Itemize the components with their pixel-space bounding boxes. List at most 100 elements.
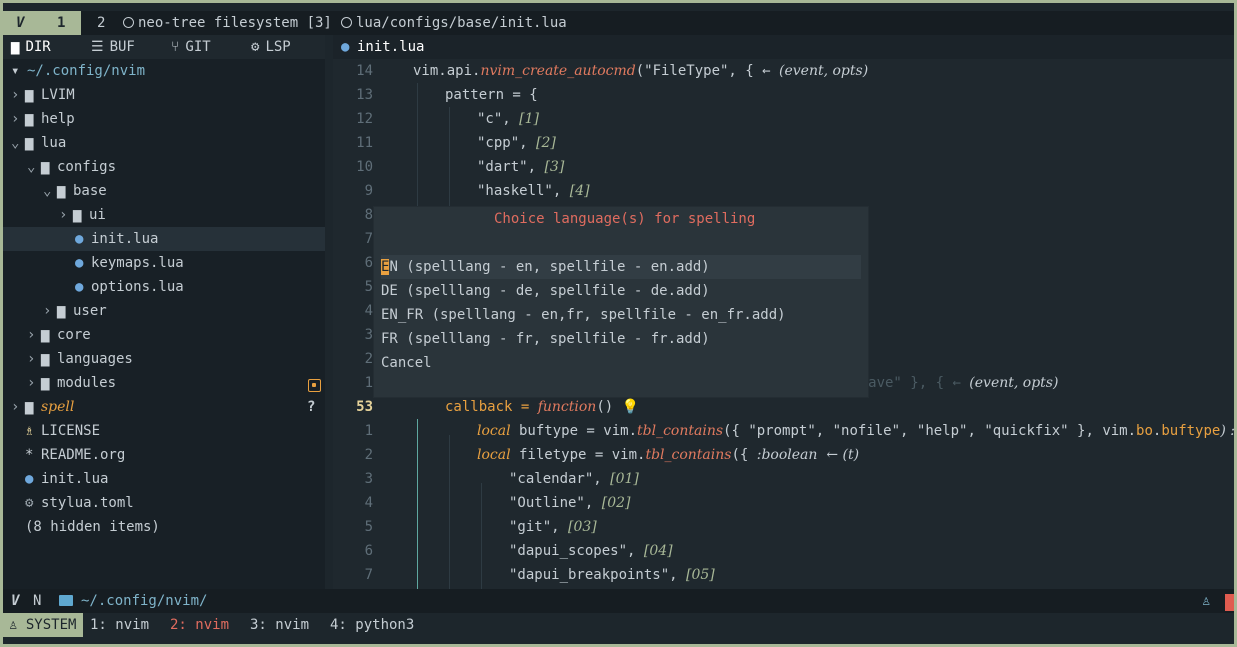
tmux-window-4[interactable]: 4: python3 bbox=[330, 613, 414, 637]
chevron-right-icon: › bbox=[11, 87, 20, 103]
line-number: 2 bbox=[364, 447, 373, 463]
tmux-statusbar: ♙ SYSTEM 1: nvim 2: nvim 3: nvim 4: pyth… bbox=[3, 613, 1234, 637]
line-number: 5 bbox=[364, 279, 373, 295]
tree-item-init-lua-selected[interactable]: ● init.lua bbox=[3, 227, 325, 251]
chevron-right-icon: › bbox=[27, 375, 36, 391]
tmux-session[interactable]: ♙ SYSTEM bbox=[3, 613, 83, 637]
tree-item-readme[interactable]: * README.org bbox=[25, 443, 125, 467]
hidden-items-count: (8 hidden items) bbox=[25, 519, 160, 535]
tab-2-label[interactable]: neo-tree filesystem [3] bbox=[123, 11, 332, 35]
option-cancel[interactable]: Cancel bbox=[381, 351, 432, 375]
tab-git[interactable]: ⑂ GIT bbox=[171, 35, 211, 59]
code-line: "calendar", [01] bbox=[509, 471, 639, 487]
tree-item-lua[interactable]: ⌄ ▆ lua bbox=[11, 131, 66, 155]
editor-filename: init.lua bbox=[357, 39, 425, 55]
code-line: "dapui_scopes", [04] bbox=[509, 543, 673, 559]
tree-item-options-lua[interactable]: ● options.lua bbox=[75, 275, 184, 299]
option-fr[interactable]: FR (spelllang - fr, spellfile - fr.add) bbox=[381, 327, 710, 351]
option-en[interactable]: EN (spelllang - en, spellfile - en.add) bbox=[381, 255, 861, 279]
line-number: 6 bbox=[364, 543, 373, 559]
spell-language-picker[interactable]: Choice language(s) for spelling EN (spel… bbox=[373, 206, 869, 398]
git-branch-icon: ⑂ bbox=[171, 39, 180, 55]
mode-indicator: N bbox=[33, 593, 42, 609]
chevron-right-icon: › bbox=[59, 207, 68, 223]
tmux-window-3[interactable]: 3: nvim bbox=[250, 613, 309, 637]
tree-item-lvim[interactable]: › ▆ LVIM bbox=[11, 83, 75, 107]
statusline: V N ~/.config/nvim/ ♙ bbox=[3, 589, 1234, 613]
line-number: 9 bbox=[364, 183, 373, 199]
tmux-window-2[interactable]: 2: nvim bbox=[170, 613, 229, 637]
code-line: "haskell", [4] bbox=[477, 183, 590, 199]
chevron-down-icon: ⌄ bbox=[27, 159, 36, 175]
tree-item-user[interactable]: › ▆ user bbox=[43, 299, 107, 323]
tabline: V 1 2 neo-tree filesystem [3] lua/config… bbox=[3, 11, 1234, 35]
tree-item-license[interactable]: ♗ LICENSE bbox=[25, 419, 100, 443]
tmux-window-1[interactable]: 1: nvim bbox=[90, 613, 149, 637]
tree-item-configs[interactable]: ⌄ ▆ configs bbox=[27, 155, 116, 179]
current-line-number: 53 bbox=[356, 399, 373, 415]
lua-file-icon: ● bbox=[75, 231, 84, 247]
chevron-right-icon: › bbox=[27, 351, 36, 367]
line-number: 1 bbox=[364, 423, 373, 439]
option-de[interactable]: DE (spelllang - de, spellfile - de.add) bbox=[381, 279, 710, 303]
tree-item-stylua[interactable]: ⚙ stylua.toml bbox=[25, 491, 134, 515]
tab-dir[interactable]: ▆ DIR bbox=[11, 35, 51, 59]
line-number: 6 bbox=[364, 255, 373, 271]
folder-open-icon: ▾ bbox=[11, 63, 20, 79]
linux-icon: ♙ bbox=[9, 617, 26, 633]
tab-1-number: 1 bbox=[57, 15, 66, 31]
asterisk-icon: * bbox=[25, 447, 34, 463]
line-number: 3 bbox=[364, 471, 373, 487]
vim-logo-icon: V bbox=[16, 15, 25, 31]
cwd-path: ~/.config/nvim/ bbox=[59, 589, 207, 613]
editor-tab[interactable]: ● init.lua bbox=[333, 35, 1234, 59]
vim-logo-icon: V bbox=[11, 593, 20, 609]
gear-icon: ⚙ bbox=[25, 495, 34, 511]
status-indicator bbox=[1225, 594, 1234, 611]
line-number: 3 bbox=[364, 327, 373, 343]
code-line: vim.api.nvim_create_autocmd("FileType", … bbox=[413, 63, 869, 79]
untracked-badge: ? bbox=[307, 399, 316, 415]
folder-icon: ▆ bbox=[25, 87, 34, 103]
lua-file-icon: ● bbox=[75, 255, 84, 271]
code-line: "dapui_breakpoints", [05] bbox=[509, 567, 715, 583]
neo-tree-sidebar: ▆ DIR ☰ BUF ⑂ GIT ⚙ LSP ▾ ~/.config/nvim › ▆ LV… bbox=[3, 35, 325, 589]
folder-icon: ▆ bbox=[11, 39, 20, 55]
line-number: 7 bbox=[364, 567, 373, 583]
tree-item-modules[interactable]: › ▆ modules bbox=[27, 371, 116, 395]
code-line: "c", [1] bbox=[477, 111, 539, 127]
folder-icon bbox=[59, 595, 73, 606]
terminal-frame: V 1 2 neo-tree filesystem [3] lua/config… bbox=[3, 3, 1234, 644]
circle-icon bbox=[123, 17, 134, 28]
tree-root[interactable]: ▾ ~/.config/nvim bbox=[11, 59, 145, 83]
tree-item-help[interactable]: › ▆ help bbox=[11, 107, 75, 131]
folder-icon: ▆ bbox=[41, 375, 50, 391]
lua-file-icon: ● bbox=[25, 471, 34, 487]
tree-item-spell[interactable]: › ▆ spell bbox=[11, 395, 74, 419]
tree-item-base[interactable]: ⌄ ▆ base bbox=[43, 179, 107, 203]
tab-buf[interactable]: ☰ BUF bbox=[91, 35, 135, 59]
lightbulb-icon[interactable]: 💡 bbox=[622, 399, 639, 415]
option-en-fr[interactable]: EN_FR (spelllang - en,fr, spellfile - en… bbox=[381, 303, 786, 327]
chevron-right-icon: › bbox=[27, 327, 36, 343]
tree-item-core[interactable]: › ▆ core bbox=[27, 323, 91, 347]
chevron-right-icon: › bbox=[11, 111, 20, 127]
line-number: 8 bbox=[364, 207, 373, 223]
line-number: 4 bbox=[364, 303, 373, 319]
tree-item-init-lua-root[interactable]: ● init.lua bbox=[25, 467, 108, 491]
circle-icon bbox=[341, 17, 352, 28]
tab-lsp[interactable]: ⚙ LSP bbox=[251, 35, 291, 59]
folder-open-icon: ▆ bbox=[41, 159, 50, 175]
tree-item-ui[interactable]: › ▆ ui bbox=[59, 203, 106, 227]
lua-file-icon: ● bbox=[75, 279, 84, 295]
lua-file-icon: ● bbox=[341, 39, 350, 55]
line-number: 11 bbox=[356, 135, 373, 151]
line-number: 1 bbox=[364, 375, 373, 391]
tab-1[interactable]: V 1 bbox=[3, 11, 81, 35]
tab-3-label[interactable]: lua/configs/base/init.lua bbox=[341, 11, 567, 35]
tree-item-languages[interactable]: › ▆ languages bbox=[27, 347, 133, 371]
code-line: "Outline", [02] bbox=[509, 495, 631, 511]
tree-item-keymaps-lua[interactable]: ● keymaps.lua bbox=[75, 251, 184, 275]
tab-2[interactable]: 2 bbox=[97, 11, 105, 35]
linux-icon: ♙ bbox=[1202, 593, 1211, 609]
